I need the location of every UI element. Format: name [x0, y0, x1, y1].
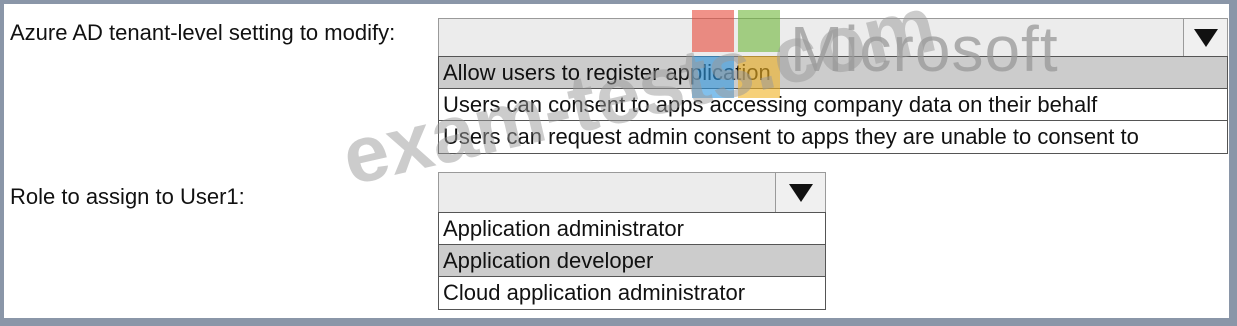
role-option-application-administrator[interactable]: Application administrator	[439, 213, 825, 245]
setting-option-request-admin-consent[interactable]: Users can request admin consent to apps …	[439, 121, 1227, 153]
setting-dropdown-arrow[interactable]	[1183, 19, 1227, 57]
role-option-cloud-application-administrator[interactable]: Cloud application administrator	[439, 277, 825, 309]
role-dropdown-arrow[interactable]	[775, 173, 825, 213]
role-option-application-developer[interactable]: Application developer	[439, 245, 825, 277]
triangle-down-icon	[788, 184, 813, 202]
setting-options-list: Allow users to register application User…	[438, 56, 1228, 154]
role-options-list: Application administrator Application de…	[438, 212, 826, 310]
triangle-down-icon	[1193, 29, 1218, 47]
setting-label: Azure AD tenant-level setting to modify:	[10, 20, 396, 45]
setting-option-register-application[interactable]: Allow users to register application	[439, 57, 1227, 89]
role-dropdown[interactable]	[438, 172, 826, 214]
question-panel: Azure AD tenant-level setting to modify:…	[4, 0, 1229, 318]
setting-option-user-consent[interactable]: Users can consent to apps accessing comp…	[439, 89, 1227, 121]
setting-dropdown[interactable]	[438, 18, 1228, 58]
role-label: Role to assign to User1:	[10, 184, 245, 209]
